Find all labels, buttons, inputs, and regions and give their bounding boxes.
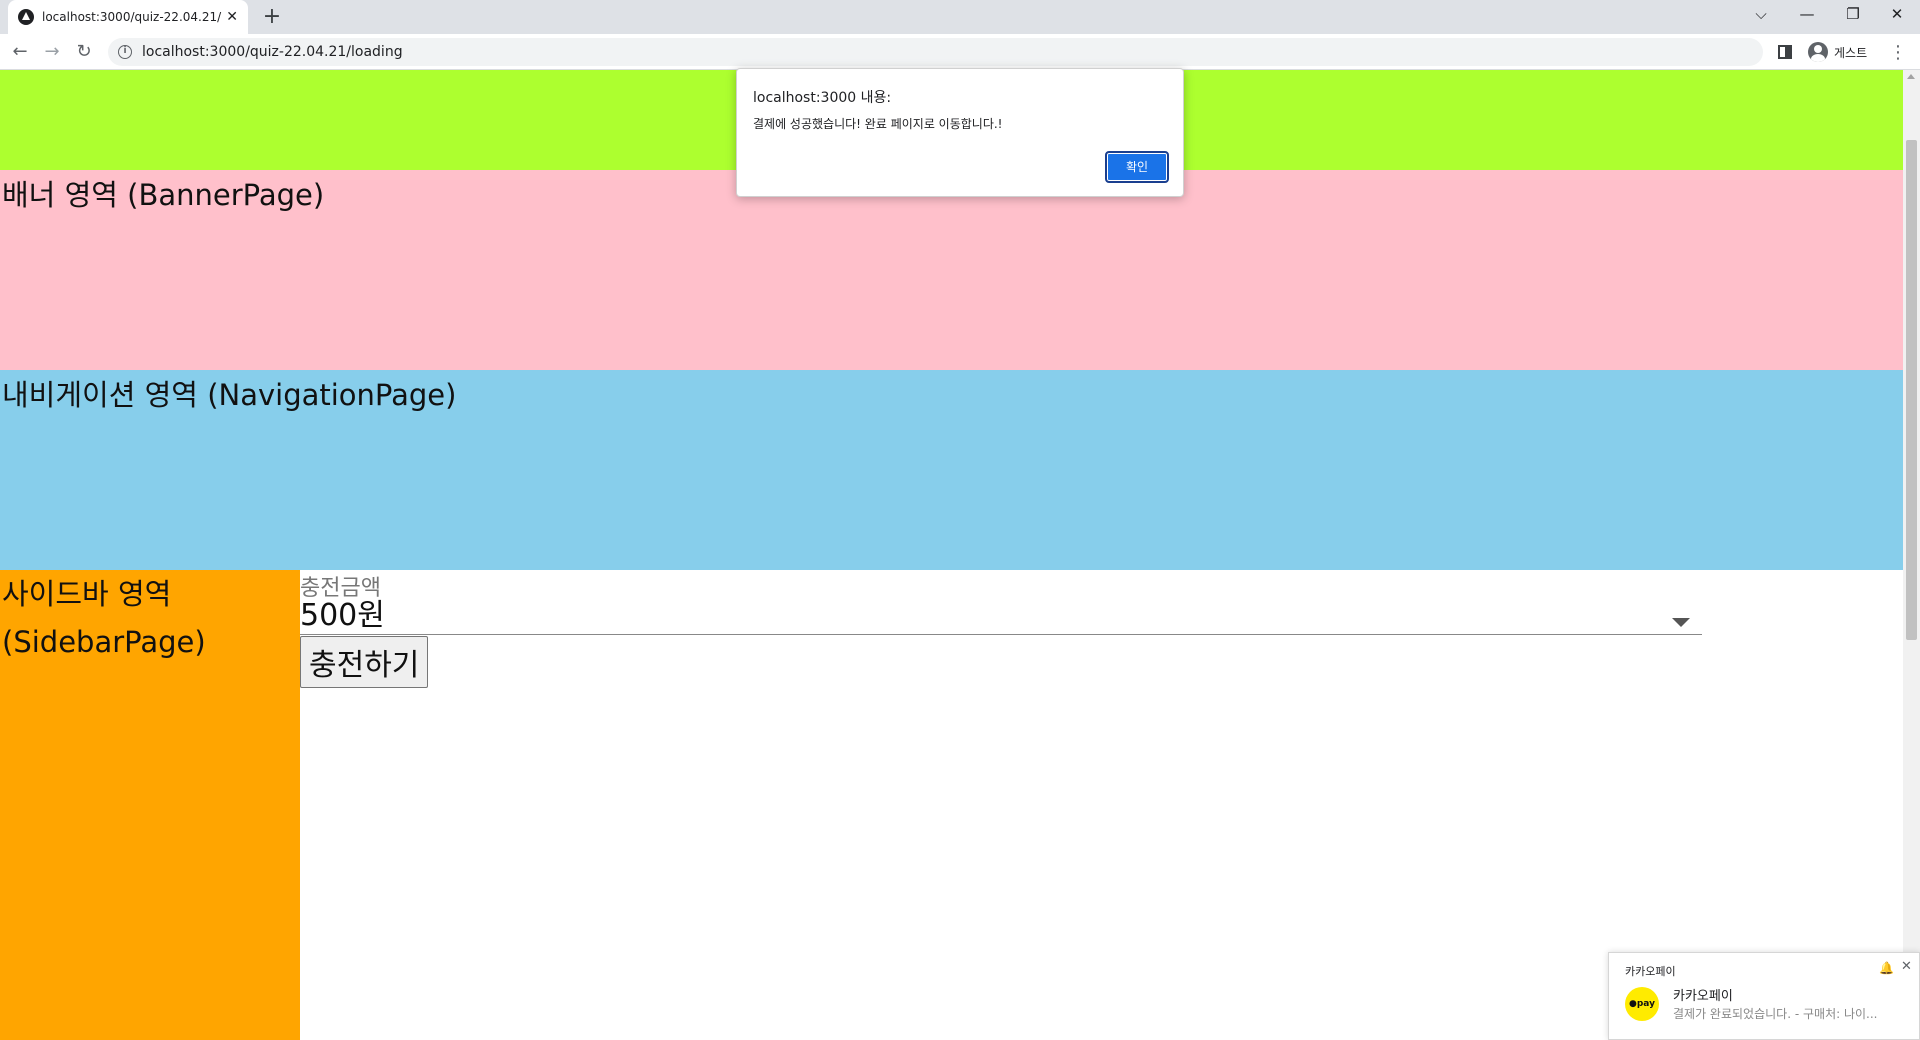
sidebar-text-line1: 사이드바 영역 (2, 577, 172, 611)
minimize-button[interactable]: — (1784, 0, 1830, 30)
address-bar[interactable]: i localhost:3000/quiz-22.04.21/loading (108, 38, 1763, 66)
url-text[interactable]: localhost:3000/quiz-22.04.21/loading (142, 44, 403, 60)
sidebar-area: 사이드바 영역 (SidebarPage) (0, 570, 300, 1040)
close-window-button[interactable]: ✕ (1874, 0, 1920, 30)
back-button[interactable]: ← (6, 38, 34, 66)
avatar-icon (1808, 42, 1828, 62)
new-tab-button[interactable]: + (258, 4, 286, 32)
side-panel-icon[interactable] (1778, 45, 1792, 59)
notification-close-icon[interactable]: ✕ (1901, 959, 1912, 974)
scroll-up-icon[interactable] (1907, 74, 1915, 79)
banner-area: 배너 영역 (BannerPage) (0, 170, 1903, 370)
notification-body: 결제가 완료되었습니다. - 구매처: 나이... (1673, 1007, 1878, 1021)
select-underline (300, 634, 1702, 635)
bell-icon[interactable]: 🔔 (1879, 961, 1894, 975)
notification-title: 카카오페이 (1673, 989, 1733, 1004)
profile-label: 게스트 (1834, 45, 1868, 60)
reload-button[interactable]: ↻ (70, 38, 98, 66)
kakaopay-logo-icon: ●pay (1625, 987, 1659, 1021)
alert-dialog: localhost:3000 내용: 결제에 성공했습니다! 완료 페이지로 이… (736, 68, 1184, 197)
alert-message: 결제에 성공했습니다! 완료 페이지로 이동합니다.! (753, 117, 1003, 131)
notification-app-name: 카카오페이 (1625, 965, 1676, 978)
dropdown-arrow-icon[interactable] (1672, 618, 1690, 627)
profile-button[interactable]: 게스트 (1800, 42, 1876, 62)
sidebar-text-line2: (SidebarPage) (2, 625, 206, 659)
browser-toolbar: ← → ↻ i localhost:3000/quiz-22.04.21/loa… (0, 34, 1920, 70)
favicon-icon (18, 9, 34, 25)
site-info-icon[interactable]: i (118, 45, 132, 59)
alert-title: localhost:3000 내용: (753, 90, 892, 106)
forward-button[interactable]: → (38, 38, 66, 66)
notification-toast[interactable]: 카카오페이 🔔 ✕ ●pay 카카오페이 결제가 완료되었습니다. - 구매처:… (1608, 952, 1920, 1040)
charge-amount-select[interactable]: 500원 (300, 590, 385, 634)
browser-tab[interactable]: localhost:3000/quiz-22.04.21/loa ✕ (8, 0, 248, 34)
scroll-thumb[interactable] (1906, 140, 1917, 640)
page-scrollbar[interactable] (1903, 70, 1920, 1040)
page-viewport: 배너 영역 (BannerPage) 내비게이션 영역 (NavigationP… (0, 70, 1903, 1040)
restore-button[interactable]: ❐ (1830, 0, 1876, 30)
tab-close-icon[interactable]: ✕ (226, 9, 238, 25)
tab-search-button[interactable]: ⌵ (1738, 0, 1784, 30)
charge-button[interactable]: 충전하기 (300, 636, 429, 688)
alert-ok-button[interactable]: 확인 (1105, 151, 1169, 183)
tab-title: localhost:3000/quiz-22.04.21/loa (42, 10, 222, 24)
browser-menu-icon[interactable]: ⋮ (1888, 42, 1908, 63)
browser-tab-bar: localhost:3000/quiz-22.04.21/loa ✕ + ⌵ —… (0, 0, 1920, 34)
navigation-area: 내비게이션 영역 (NavigationPage) (0, 370, 1903, 570)
navigation-text: 내비게이션 영역 (NavigationPage) (2, 378, 457, 412)
